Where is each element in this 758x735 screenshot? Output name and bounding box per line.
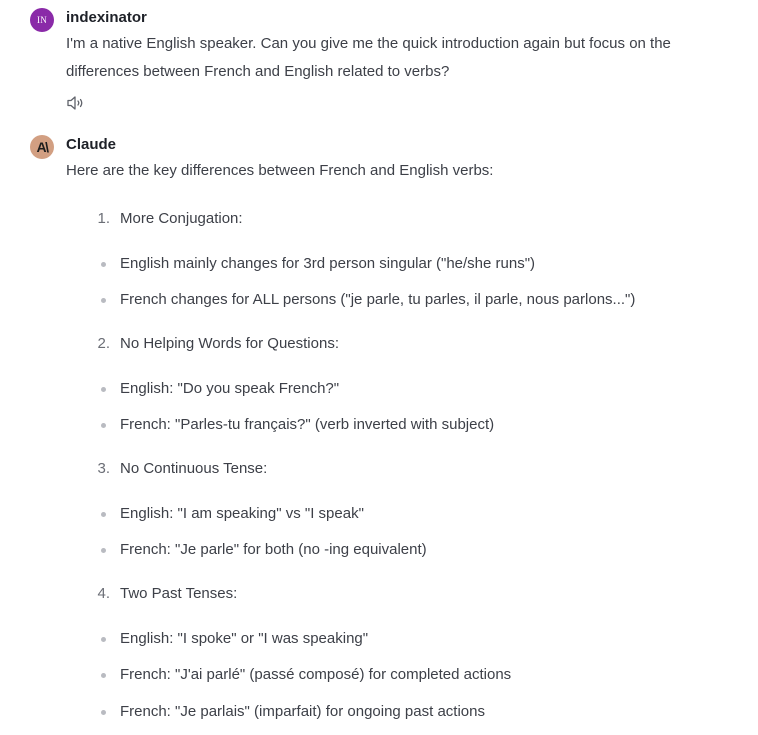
claude-avatar: A\ [30,135,54,159]
assistant-author-name: Claude [66,136,117,153]
claude-logo: A\ [36,139,50,155]
section-2-number: 2. [97,335,110,352]
section-4-bullet-3: French: "Je parlais" (imparfait) for ong… [120,703,485,720]
section-3-bullet-2: French: "Je parle" for both (no -ing equ… [120,541,427,558]
section-4-number: 4. [97,585,110,602]
section-3-heading: No Continuous Tense: [120,460,268,477]
user-message-line-2: differences between French and English r… [66,63,450,80]
section-1-number: 1. [97,210,110,227]
user-message-line-1: I'm a native English speaker. Can you gi… [66,35,671,52]
speaker-icon[interactable] [66,95,86,111]
section-2-bullet-1: English: "Do you speak French?" [120,380,340,397]
section-2-bullet-2: French: "Parles-tu français?" (verb inve… [120,416,495,433]
bullet-dot [101,262,106,267]
bullet-dot [101,548,106,553]
bullet-dot [101,637,106,642]
section-3-bullet-1: English: "I am speaking" vs "I speak" [120,505,364,522]
bullet-dot [101,512,106,517]
section-4-bullet-1: English: "I spoke" or "I was speaking" [120,630,369,647]
speaker-icon-graphic [67,96,83,110]
section-2-heading: No Helping Words for Questions: [120,335,339,352]
section-4-heading: Two Past Tenses: [120,585,238,602]
bullet-dot [101,710,106,715]
section-1-bullet-1: English mainly changes for 3rd person si… [120,255,536,272]
section-4-bullet-2: French: "J'ai parlé" (passé composé) for… [120,666,512,683]
bullet-dot [101,387,106,392]
bullet-dot [101,673,106,678]
section-1-heading: More Conjugation: [120,210,243,227]
section-3-number: 3. [97,460,110,477]
assistant-intro: Here are the key differences between Fre… [66,162,494,179]
user-avatar-initials: IN [36,15,48,25]
user-avatar: IN [30,8,54,32]
bullet-dot [101,298,106,303]
bullet-dot [101,423,106,428]
user-author-name: indexinator [66,9,147,26]
section-1-bullet-2: French changes for ALL persons ("je parl… [120,291,636,308]
